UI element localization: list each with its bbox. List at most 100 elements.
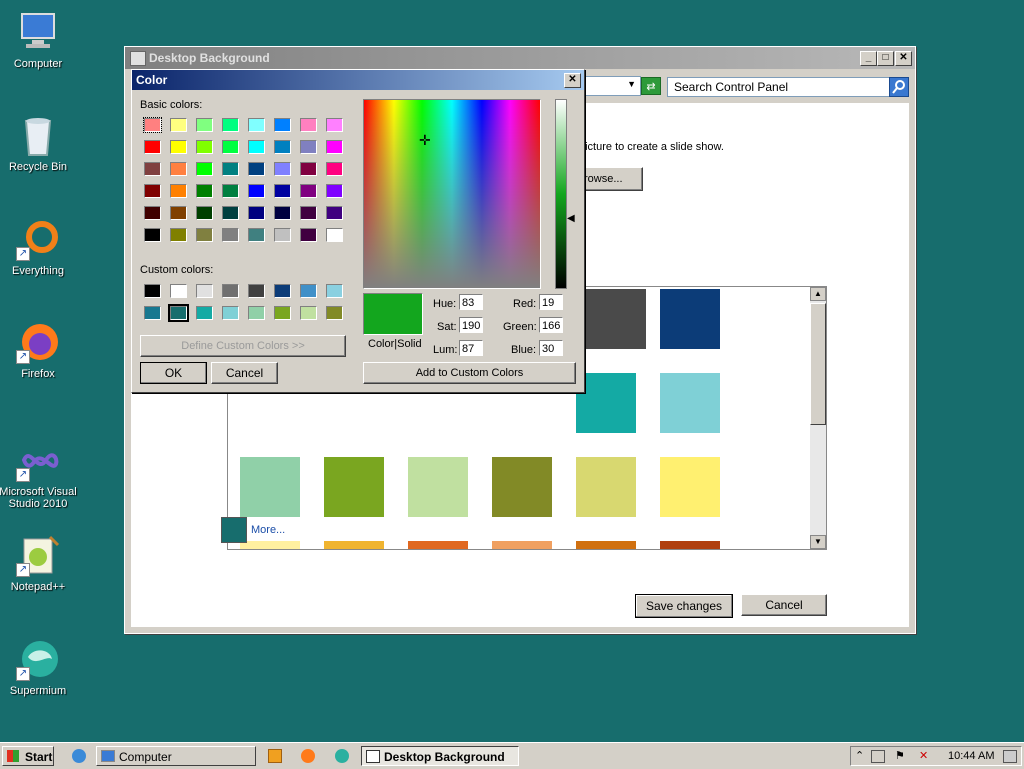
basic-color-cell[interactable]	[222, 206, 239, 220]
window-titlebar[interactable]: Desktop Background _ □ ✕	[125, 47, 915, 69]
custom-color-cell[interactable]	[326, 306, 343, 320]
scroll-down-button[interactable]: ▼	[810, 535, 826, 549]
close-button[interactable]: ✕	[564, 73, 581, 88]
hue-field[interactable]: 83	[459, 294, 483, 310]
custom-color-cell[interactable]	[196, 284, 213, 298]
color-swatch[interactable]	[576, 373, 636, 433]
basic-color-cell[interactable]	[248, 206, 265, 220]
custom-color-cell[interactable]	[300, 306, 317, 320]
desktop-icon-recycle-bin[interactable]: Recycle Bin	[0, 113, 78, 173]
basic-color-cell[interactable]	[248, 140, 265, 154]
basic-color-cell[interactable]	[326, 162, 343, 176]
color-dialog-titlebar[interactable]: Color ✕	[132, 70, 584, 90]
maximize-button[interactable]: □	[877, 51, 894, 66]
basic-color-cell[interactable]	[144, 184, 161, 198]
color-swatch[interactable]	[660, 373, 720, 433]
luminosity-slider[interactable]	[555, 99, 567, 289]
desktop-icon-visual-studio[interactable]: ↗ Microsoft Visual Studio 2010	[0, 438, 78, 510]
taskbar-desktop-background-button[interactable]: Desktop Background	[361, 746, 519, 766]
supermium-quicklaunch-icon[interactable]	[335, 749, 349, 763]
basic-color-cell[interactable]	[326, 206, 343, 220]
basic-color-cell[interactable]	[196, 118, 213, 132]
basic-color-cell[interactable]	[170, 118, 187, 132]
desktop-icon-firefox[interactable]: ↗ Firefox	[0, 320, 78, 380]
color-spectrum[interactable]: ✛	[363, 99, 541, 289]
more-color-swatch[interactable]	[221, 517, 247, 543]
color-swatch[interactable]	[660, 541, 720, 549]
basic-color-cell[interactable]	[144, 206, 161, 220]
basic-color-cell[interactable]	[274, 206, 291, 220]
basic-color-cell[interactable]	[300, 118, 317, 132]
browse-button[interactable]: rowse...	[579, 167, 643, 191]
color-swatch[interactable]	[492, 457, 552, 517]
color-swatch[interactable]	[576, 541, 636, 549]
scroll-up-button[interactable]: ▲	[810, 287, 826, 301]
vertical-scrollbar[interactable]: ▲ ▼	[810, 287, 826, 549]
basic-color-cell[interactable]	[274, 162, 291, 176]
basic-color-cell[interactable]	[196, 140, 213, 154]
custom-color-cell[interactable]	[144, 284, 161, 298]
volume-muted-icon[interactable]: ✕	[919, 747, 928, 765]
basic-color-cell[interactable]	[144, 140, 161, 154]
basic-color-cell[interactable]	[274, 184, 291, 198]
taskbar-computer-button[interactable]: Computer	[96, 746, 256, 766]
close-button[interactable]: ✕	[895, 51, 912, 66]
show-desktop-icon[interactable]	[1003, 750, 1017, 763]
custom-color-cell[interactable]	[248, 306, 265, 320]
basic-color-cell[interactable]	[326, 228, 343, 242]
basic-color-cell[interactable]	[326, 118, 343, 132]
custom-color-cell[interactable]	[274, 306, 291, 320]
network-icon[interactable]	[871, 750, 885, 763]
basic-color-cell[interactable]	[196, 206, 213, 220]
custom-color-cell[interactable]	[222, 284, 239, 298]
custom-color-cell[interactable]	[248, 284, 265, 298]
red-field[interactable]: 19	[539, 294, 563, 310]
color-swatch[interactable]	[586, 289, 646, 349]
basic-color-cell[interactable]	[300, 140, 317, 154]
firefox-quicklaunch-icon[interactable]	[301, 749, 315, 763]
flag-icon[interactable]: ⚑	[895, 747, 905, 765]
color-swatch[interactable]	[240, 541, 300, 549]
basic-color-cell[interactable]	[248, 228, 265, 242]
basic-color-cell[interactable]	[170, 184, 187, 198]
blue-field[interactable]: 30	[539, 340, 563, 356]
color-swatch[interactable]	[408, 541, 468, 549]
basic-color-cell[interactable]	[300, 162, 317, 176]
basic-color-cell[interactable]	[300, 228, 317, 242]
save-changes-button[interactable]: Save changes	[635, 594, 733, 618]
define-custom-colors-button[interactable]: Define Custom Colors >>	[140, 335, 346, 357]
basic-color-cell[interactable]	[248, 184, 265, 198]
minimize-button[interactable]: _	[860, 51, 877, 66]
basic-color-cell[interactable]	[274, 228, 291, 242]
sat-field[interactable]: 190	[459, 317, 483, 333]
basic-color-cell[interactable]	[248, 162, 265, 176]
chevron-up-icon[interactable]: ⌃	[855, 747, 864, 765]
ok-button[interactable]: OK	[140, 362, 207, 384]
color-swatch[interactable]	[324, 541, 384, 549]
custom-color-cell[interactable]	[170, 284, 187, 298]
custom-color-cell[interactable]	[168, 304, 189, 322]
color-swatch[interactable]	[324, 457, 384, 517]
custom-color-cell[interactable]	[326, 284, 343, 298]
color-swatch[interactable]	[492, 541, 552, 549]
basic-color-cell[interactable]	[222, 162, 239, 176]
desktop-icon-supermium[interactable]: ↗ Supermium	[0, 637, 78, 697]
basic-color-cell[interactable]	[143, 117, 162, 133]
desktop-icon-everything[interactable]: ↗ Everything	[0, 217, 78, 277]
basic-color-cell[interactable]	[196, 162, 213, 176]
basic-color-cell[interactable]	[170, 206, 187, 220]
basic-color-cell[interactable]	[222, 184, 239, 198]
custom-color-cell[interactable]	[274, 284, 291, 298]
basic-color-cell[interactable]	[222, 140, 239, 154]
luminosity-arrow-icon[interactable]: ◀	[567, 213, 575, 224]
color-swatch[interactable]	[408, 457, 468, 517]
basic-color-cell[interactable]	[144, 228, 161, 242]
color-swatch[interactable]	[660, 289, 720, 349]
basic-color-cell[interactable]	[248, 118, 265, 132]
custom-color-cell[interactable]	[300, 284, 317, 298]
desktop-icon-notepadpp[interactable]: ↗ Notepad++	[0, 533, 78, 593]
basic-color-cell[interactable]	[326, 184, 343, 198]
basic-color-cell[interactable]	[274, 118, 291, 132]
search-input[interactable]: Search Control Panel	[667, 77, 897, 97]
scroll-thumb[interactable]	[810, 303, 826, 425]
